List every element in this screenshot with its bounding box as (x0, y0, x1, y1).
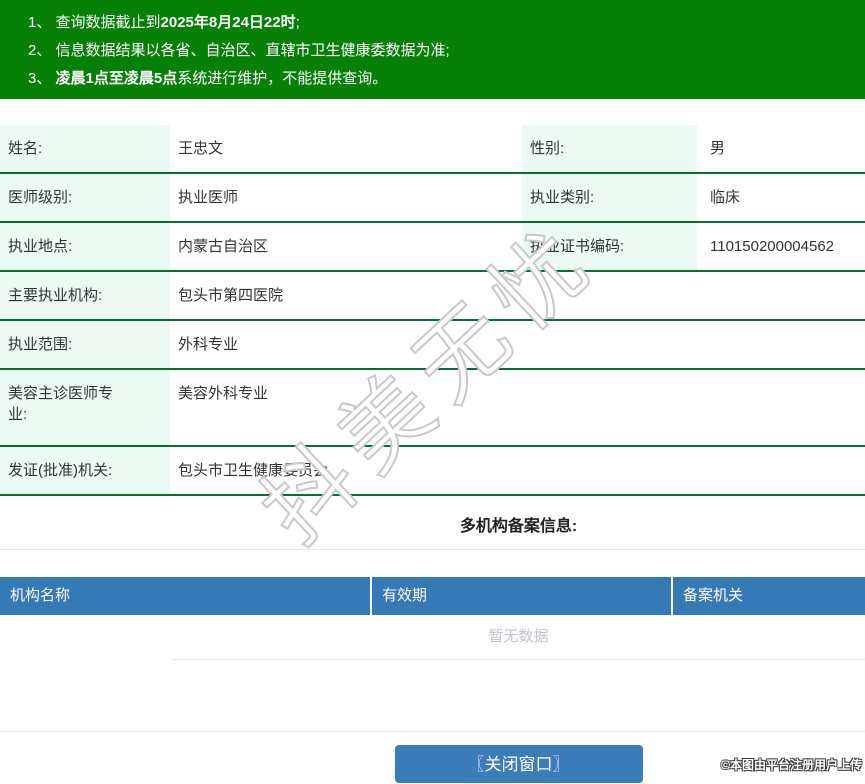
column-header-validity-period: 有效期 (372, 577, 673, 615)
column-header-filing-authority: 备案机关 (683, 587, 744, 604)
field-label-gender: 性别: (522, 125, 697, 172)
field-value-cosmetic-specialty: 美容外科专业 (178, 385, 269, 402)
field-label-main-institution: 主要执业机构: (0, 272, 170, 319)
table-row: 执业范围: 外科专业 (0, 321, 865, 370)
table-row: 执业地点: 内蒙古自治区 执业证书编码: 110150200004562 (0, 223, 865, 272)
divider (0, 660, 865, 732)
field-label-certificate-number: 执业证书编码: (522, 223, 697, 270)
table-row: 发证(批准)机关: 包头市卫生健康委员会 (0, 447, 865, 496)
upload-credit-watermark: ©本图由平台注册用户上传 (721, 758, 862, 772)
field-value-practice-location: 内蒙古自治区 (178, 238, 269, 255)
table-row: 主要执业机构: 包头市第四医院 (0, 272, 865, 321)
notice-line-1: 1、 查询数据截止到2025年8月24日22时; (28, 14, 300, 31)
table-row: 姓名: 王忠文 性别: 男 (0, 125, 865, 174)
field-label-doctor-level: 医师级别: (0, 174, 170, 221)
field-label-issuing-authority: 发证(批准)机关: (0, 447, 170, 494)
field-label-practice-category: 执业类别: (522, 174, 697, 221)
field-value-main-institution: 包头市第四医院 (178, 287, 284, 304)
field-label-practice-scope: 执业范围: (0, 321, 170, 368)
field-value-certificate-number: 110150200004562 (710, 238, 835, 255)
field-value-practice-scope: 外科专业 (178, 336, 239, 353)
field-value-name: 王忠文 (178, 140, 224, 157)
field-label-name: 姓名: (0, 125, 170, 172)
column-header-institution-name: 机构名称 (0, 577, 372, 615)
notice-line-3: 3、 凌晨1点至凌晨5点系统进行维护，不能提供查询。 (28, 70, 388, 87)
org-table-header: 机构名称 有效期 备案机关 (0, 577, 865, 615)
notice-line-2: 2、 信息数据结果以各省、自治区、直辖市卫生健康委数据为准; (28, 42, 450, 59)
notice-banner: 1、 查询数据截止到2025年8月24日22时; 2、 信息数据结果以各省、自治… (0, 0, 865, 99)
table-row: 医师级别: 执业医师 执业类别: 临床 (0, 174, 865, 223)
empty-data-message: 暂无数据 (172, 615, 865, 660)
section-title: 多机构备案信息: (459, 518, 578, 535)
doctor-info-table: 姓名: 王忠文 性别: 男 医师级别: 执业医师 执业类别: 临床 执业地点: … (0, 125, 865, 496)
field-value-gender: 男 (710, 140, 726, 157)
field-value-practice-category: 临床 (710, 189, 741, 206)
field-value-issuing-authority: 包头市卫生健康委员会 (178, 462, 329, 479)
multi-org-section-header: 多机构备案信息: (0, 496, 865, 550)
close-window-button[interactable]: 〖关闭窗口〗 (394, 745, 643, 783)
table-row: 美容主诊医师专业: 美容外科专业 (0, 370, 865, 447)
field-label-practice-location: 执业地点: (0, 223, 170, 270)
field-value-doctor-level: 执业医师 (178, 189, 239, 206)
field-label-cosmetic-specialty: 美容主诊医师专业: (0, 370, 170, 445)
